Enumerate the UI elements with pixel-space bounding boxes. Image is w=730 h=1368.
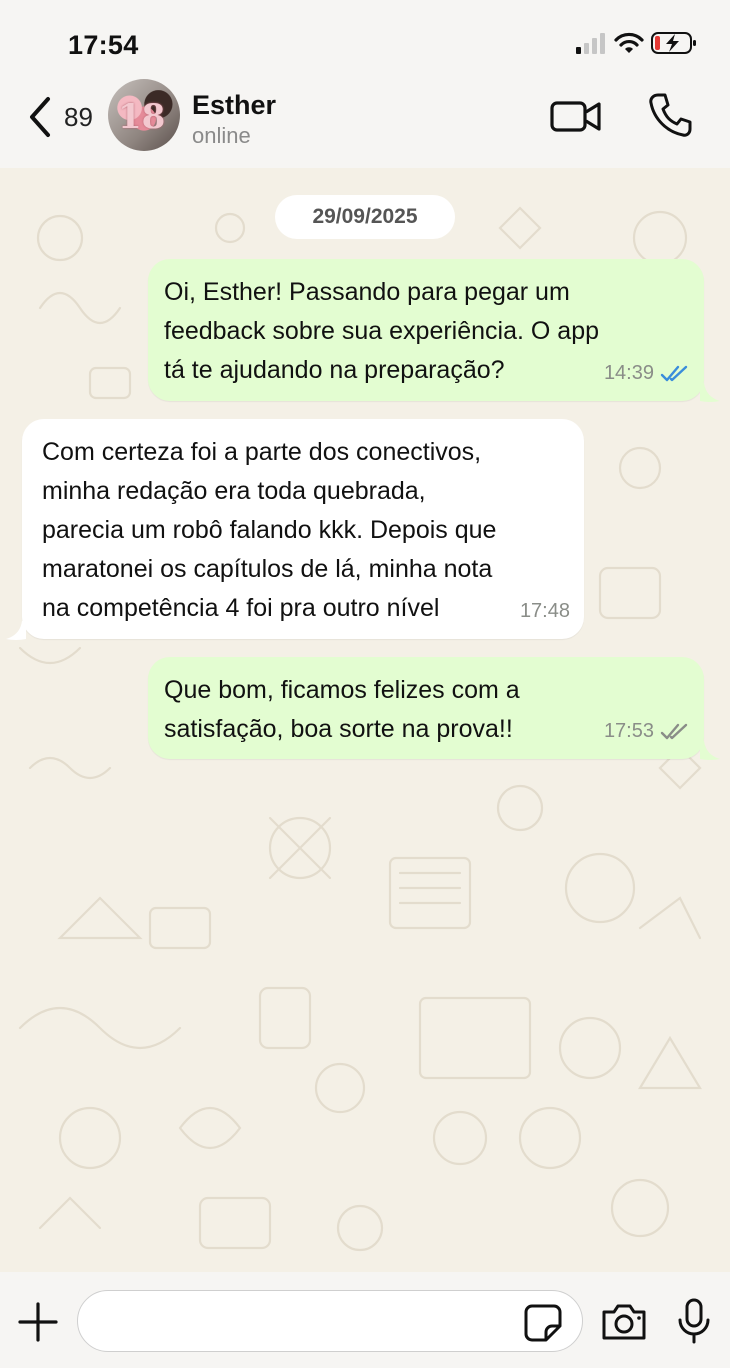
message-outgoing[interactable]: Que bom, ficamos felizes com a satisfaçã… (148, 657, 704, 759)
sticker-icon[interactable] (524, 1304, 562, 1342)
contact-info[interactable]: Esther online (192, 90, 276, 149)
chat-header: 89 18 Esther online (0, 78, 730, 168)
microphone-icon[interactable] (676, 1298, 712, 1344)
message-input[interactable] (77, 1290, 583, 1352)
bubble-tail (700, 383, 720, 402)
back-button[interactable]: 89 (24, 92, 104, 142)
contact-name: Esther (192, 90, 277, 120)
bubble-tail (6, 621, 26, 640)
message-incoming[interactable]: Com certeza foi a parte dos conectivos, … (22, 419, 584, 639)
chat-area[interactable]: 29/09/2025 Oi, Esther! Passando para peg… (0, 168, 730, 1272)
battery-charging-icon (651, 32, 696, 54)
date-chip: 29/09/2025 (275, 195, 455, 239)
double-check-delivered-icon (660, 723, 688, 739)
camera-icon[interactable] (600, 1302, 648, 1342)
plus-icon[interactable] (18, 1302, 58, 1342)
message-time: 17:53 (603, 720, 654, 742)
wifi-icon (614, 32, 644, 53)
composer-bar (0, 1272, 730, 1368)
message-outgoing[interactable]: Oi, Esther! Passando para pegar um feedb… (148, 259, 704, 401)
bubble-tail (700, 741, 720, 760)
message-meta: 17:53 (604, 712, 690, 751)
message-time: 14:39 (603, 362, 654, 384)
message-time: 17:48 (519, 600, 570, 622)
message-text: Com certeza foi a parte dos conectivos, … (42, 438, 497, 622)
chevron-left-icon (30, 97, 50, 137)
message-meta: 14:39 (604, 354, 690, 393)
message-meta: 17:48 (520, 592, 570, 631)
video-call-button[interactable] (550, 96, 602, 136)
status-bar: 17:54 (0, 0, 730, 78)
voice-call-button[interactable] (648, 92, 692, 138)
double-check-read-icon (660, 365, 688, 381)
status-time: 17:54 (68, 30, 139, 60)
contact-status: online (192, 123, 251, 148)
avatar[interactable]: 18 (108, 79, 180, 151)
cellular-signal-icon (576, 33, 605, 54)
unread-count: 89 (64, 101, 93, 132)
